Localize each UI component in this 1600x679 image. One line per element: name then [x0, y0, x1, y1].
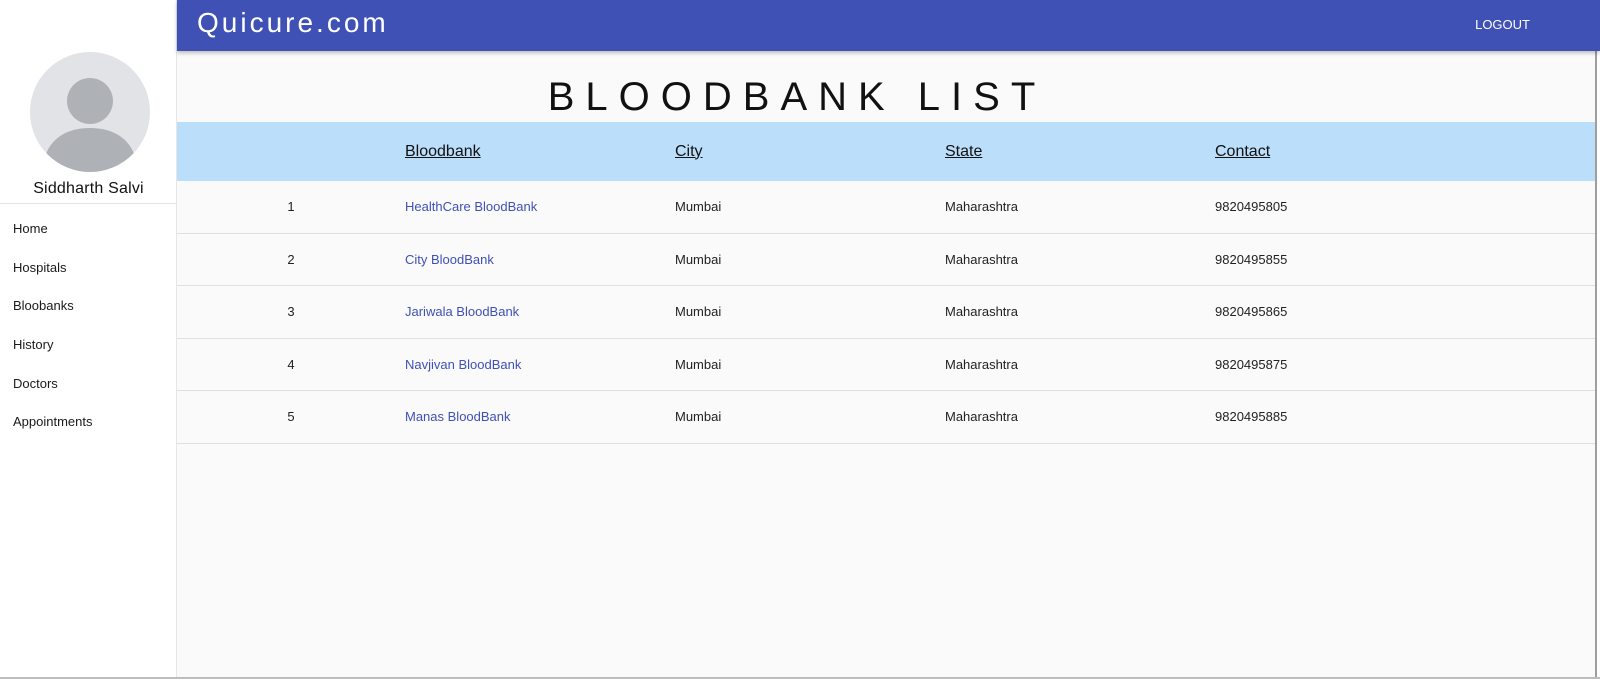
- sidebar-nav: Home Hospitals Bloobanks History Doctors…: [0, 210, 177, 442]
- bloodbank-link[interactable]: Jariwala BloodBank: [405, 304, 519, 319]
- table-row: 1 HealthCare BloodBank Mumbai Maharashtr…: [177, 181, 1595, 234]
- table-row: 3 Jariwala BloodBank Mumbai Maharashtra …: [177, 285, 1595, 339]
- column-header-index: [177, 122, 405, 181]
- bloodbank-link[interactable]: Navjivan BloodBank: [405, 357, 521, 372]
- state-cell: Maharashtra: [945, 233, 1215, 286]
- state-cell: Maharashtra: [945, 285, 1215, 339]
- top-app-bar: Quicure.com LOGOUT: [177, 0, 1600, 51]
- row-index: 4: [177, 338, 405, 391]
- bloodbank-cell: Manas BloodBank: [405, 390, 675, 444]
- city-cell: Mumbai: [675, 181, 945, 234]
- city-cell: Mumbai: [675, 233, 945, 286]
- user-silhouette-icon: [44, 78, 136, 172]
- row-index: 1: [177, 181, 405, 234]
- city-cell: Mumbai: [675, 338, 945, 391]
- state-cell: Maharashtra: [945, 338, 1215, 391]
- sidebar-item-bloodbanks[interactable]: Bloobanks: [0, 287, 177, 326]
- table-header-row: Bloodbank City State Contact: [177, 122, 1595, 181]
- row-index: 2: [177, 233, 405, 286]
- sidebar-item-home[interactable]: Home: [0, 210, 177, 249]
- bloodbank-link[interactable]: Manas BloodBank: [405, 409, 511, 424]
- logout-button[interactable]: LOGOUT: [1475, 17, 1530, 32]
- page-title: BLOODBANK LIST: [547, 75, 1047, 119]
- contact-cell: 9820495865: [1215, 285, 1595, 339]
- contact-cell: 9820495875: [1215, 338, 1595, 391]
- table-row: 5 Manas BloodBank Mumbai Maharashtra 982…: [177, 390, 1595, 444]
- bloodbank-cell: Jariwala BloodBank: [405, 285, 675, 339]
- contact-cell: 9820495805: [1215, 181, 1595, 234]
- bloodbank-link[interactable]: City BloodBank: [405, 252, 494, 267]
- state-cell: Maharashtra: [945, 181, 1215, 234]
- row-index: 5: [177, 390, 405, 444]
- column-header-city[interactable]: City: [675, 122, 945, 181]
- bloodbank-cell: City BloodBank: [405, 233, 675, 286]
- contact-cell: 9820495885: [1215, 390, 1595, 444]
- table-row: 4 Navjivan BloodBank Mumbai Maharashtra …: [177, 338, 1595, 391]
- column-header-bloodbank[interactable]: Bloodbank: [405, 122, 675, 181]
- brand-title[interactable]: Quicure.com: [197, 7, 389, 39]
- city-cell: Mumbai: [675, 285, 945, 339]
- sidebar-divider: [0, 203, 177, 204]
- row-index: 3: [177, 285, 405, 339]
- sidebar-item-doctors[interactable]: Doctors: [0, 365, 177, 404]
- bloodbank-table: Bloodbank City State Contact 1 HealthCar…: [177, 122, 1595, 444]
- column-header-state[interactable]: State: [945, 122, 1215, 181]
- sidebar-item-history[interactable]: History: [0, 326, 177, 365]
- table-row: 2 City BloodBank Mumbai Maharashtra 9820…: [177, 233, 1595, 286]
- user-name: Siddharth Salvi: [33, 180, 144, 197]
- column-header-contact[interactable]: Contact: [1215, 122, 1595, 181]
- avatar: [30, 52, 150, 172]
- bloodbank-link[interactable]: HealthCare BloodBank: [405, 199, 537, 214]
- state-cell: Maharashtra: [945, 390, 1215, 444]
- main-content: BLOODBANK LIST Bloodbank City State Cont…: [177, 51, 1597, 677]
- sidebar-item-hospitals[interactable]: Hospitals: [0, 249, 177, 288]
- bloodbank-cell: HealthCare BloodBank: [405, 181, 675, 234]
- sidebar-item-appointments[interactable]: Appointments: [0, 403, 177, 442]
- sidebar: Siddharth Salvi Home Hospitals Bloobanks…: [0, 0, 177, 679]
- city-cell: Mumbai: [675, 390, 945, 444]
- contact-cell: 9820495855: [1215, 233, 1595, 286]
- bloodbank-cell: Navjivan BloodBank: [405, 338, 675, 391]
